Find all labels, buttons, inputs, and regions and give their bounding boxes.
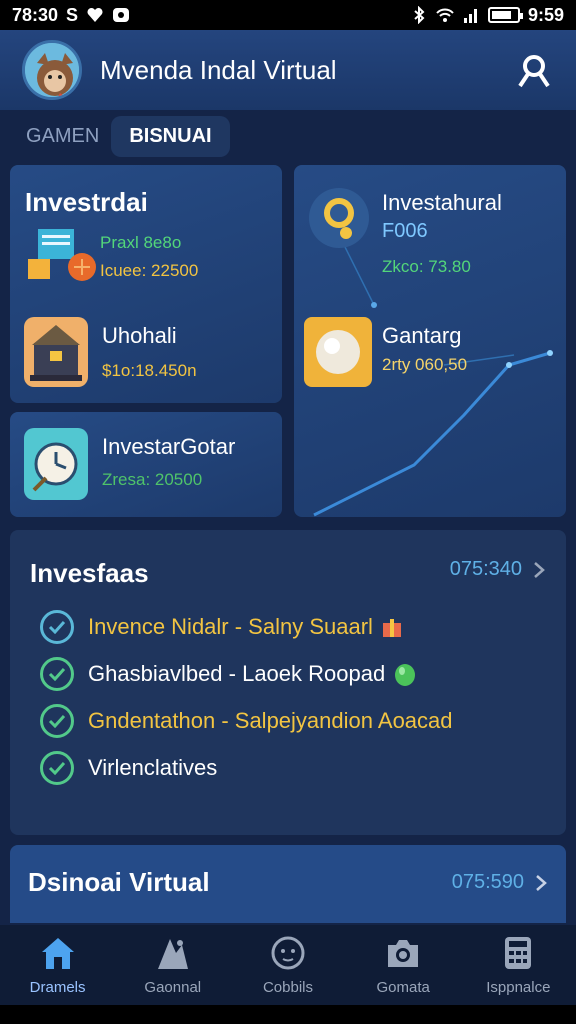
nav-item-home[interactable]: Dramels	[3, 935, 113, 996]
right-item1-subtitle: F006	[382, 220, 428, 242]
list-item-text: Invence Nidalr - Salny Suaarl	[88, 613, 373, 639]
investor-card[interactable]: InvestarGotar Zresa: 20500	[10, 412, 282, 517]
list-item-text: Virlenclatives	[88, 754, 218, 780]
gold-ring-icon	[309, 188, 369, 248]
virtual-card-title: Dsinoai Virtual	[28, 867, 210, 897]
list-item-text: Gndentathon - Salpejyandion Aoacad	[88, 707, 453, 733]
profile-button[interactable]	[514, 50, 554, 90]
nav-label: Isppnalce	[486, 978, 551, 996]
check-circle-icon	[40, 609, 74, 644]
tab-bisnuai[interactable]: BISNUAI	[111, 115, 230, 157]
gift-icon	[382, 618, 401, 637]
avatar[interactable]	[22, 40, 82, 100]
chevron-right-icon	[536, 874, 547, 891]
invest-item2-name: Uhohali	[102, 323, 177, 348]
signal-icon	[463, 9, 477, 23]
check-circle-icon	[40, 703, 74, 738]
calculator-icon	[505, 936, 532, 969]
investor-value: Zresa: 20500	[102, 470, 203, 489]
list-item[interactable]: Ghasbiavlbed - Laoek Roopad	[40, 650, 566, 697]
avatar-character-icon	[25, 43, 79, 97]
tab-gamen[interactable]: GAMEN	[20, 117, 105, 156]
list-item[interactable]: Gndentathon - Salpejyandion Aoacad	[40, 697, 566, 744]
invest-item1-line2: Icuee: 22500	[100, 261, 199, 280]
nav-label: Cobbils	[262, 978, 313, 996]
chevron-right-icon	[534, 561, 545, 578]
bank-building-icon	[24, 317, 88, 387]
emoji-icon	[271, 936, 305, 969]
list-value: 075:340	[449, 558, 522, 580]
green-gem-icon	[395, 663, 416, 686]
app-title: Mvenda Indal Virtual	[100, 54, 337, 85]
system-nav-strip	[0, 1005, 576, 1024]
games-icon	[157, 938, 188, 969]
investment-card-left[interactable]: Investrdai Praxl 8e8o Icuee: 22500 Uhoha…	[10, 165, 282, 403]
invest-item1-line1: Praxl 8e8o	[100, 233, 182, 252]
right-item1-name: Investahural	[382, 190, 502, 215]
right-item1-value: Zkco: 73.80	[382, 257, 471, 276]
bluetooth-icon	[414, 6, 425, 24]
status-s: S	[66, 4, 79, 25]
list-see-more[interactable]: 075:340	[450, 558, 546, 581]
heart-icon	[87, 7, 103, 22]
invest-item2-value: $1o:18.450n	[102, 361, 197, 380]
card-title: Investrdai	[25, 187, 148, 217]
status-bar: 78:30 S 9:59	[0, 0, 576, 30]
notification-icon	[113, 8, 130, 22]
nav-label: Dramels	[29, 978, 86, 996]
investments-list-card: Invesfaas 075:340 Invence Nidalr - Salny…	[10, 530, 566, 835]
nav-item-games[interactable]: Gaonnal	[118, 935, 228, 996]
list-title: Invesfaas	[30, 558, 149, 588]
battery-icon	[487, 7, 523, 23]
check-circle-icon	[40, 656, 74, 691]
nav-label: Gaonnal	[144, 978, 202, 996]
status-time-left: 78:30	[12, 4, 59, 25]
tab-bar: GAMEN BISNUAI	[20, 115, 230, 157]
list-item[interactable]: Virlenclatives	[40, 744, 566, 791]
virtual-card-value: 075:590	[451, 871, 524, 893]
list-item[interactable]: Invence Nidalr - Salny Suaarl	[40, 603, 566, 650]
user-icon	[518, 55, 550, 88]
status-time-right: 9:59	[527, 4, 564, 25]
list-item-text: Ghasbiavlbed - Laoek Roopad	[88, 660, 386, 686]
right-item2-value: 2rty 060,50	[382, 355, 468, 374]
nav-item-calculator[interactable]: Isppnalce	[463, 935, 573, 996]
invest-chart-icon	[28, 229, 96, 281]
virtual-card[interactable]: Dsinoai Virtual 075:590	[10, 845, 566, 923]
nav-item-camera[interactable]: Gomata	[348, 935, 458, 996]
investment-card-right[interactable]: Investahural F006 Zkco: 73.80 Gantarg 2r…	[294, 165, 566, 517]
investor-name: InvestarGotar	[102, 434, 236, 459]
app-header: Mvenda Indal Virtual	[0, 30, 576, 110]
gold-coin-icon	[304, 317, 372, 387]
clock-icon	[24, 428, 88, 500]
nav-item-emoji[interactable]: Cobbils	[233, 935, 343, 996]
camera-icon	[388, 939, 419, 967]
check-circle-icon	[40, 750, 74, 785]
home-icon	[41, 937, 74, 969]
right-item2-name: Gantarg	[382, 323, 462, 348]
nav-label: Gomata	[376, 978, 430, 996]
bottom-nav: Dramels Gaonnal Cobbils Gomata Isppnalce	[0, 925, 576, 1005]
wifi-icon	[436, 8, 454, 22]
